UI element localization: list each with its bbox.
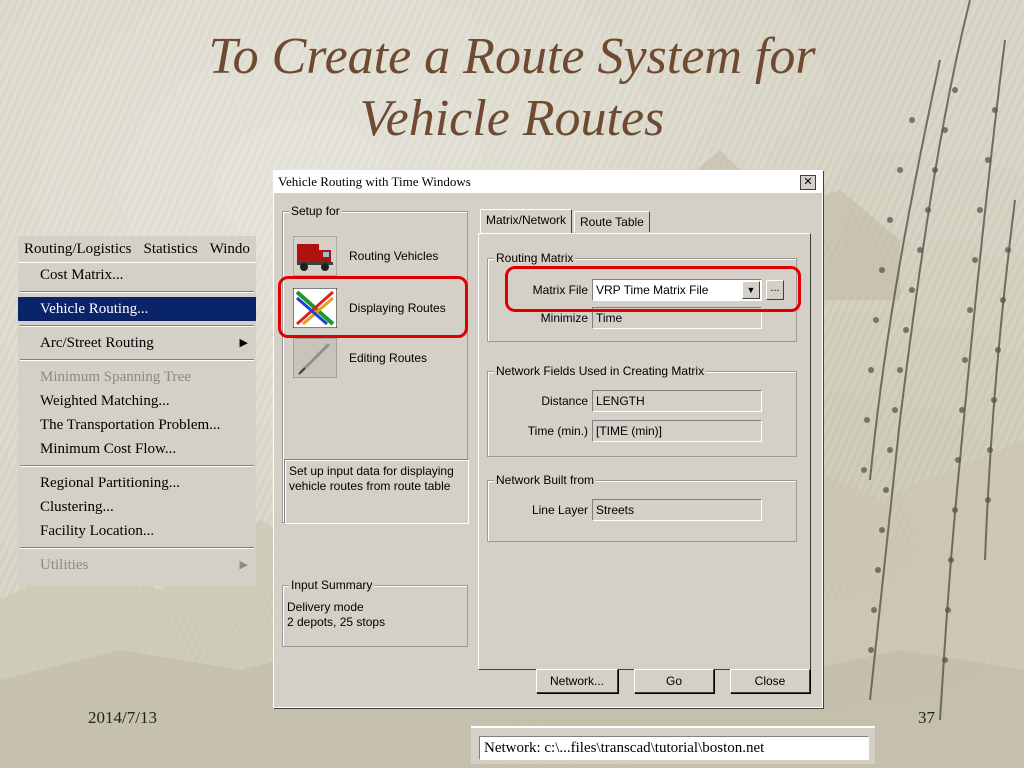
menu-separator <box>20 465 254 467</box>
menu-item-transportation-problem[interactable]: The Transportation Problem... <box>18 413 256 437</box>
time-label: Time (min.) <box>527 424 588 438</box>
menu-item-label: Arc/Street Routing <box>40 335 154 351</box>
dialog-title: Vehicle Routing with Time Windows <box>278 174 471 189</box>
menu-item-vehicle-routing[interactable]: Vehicle Routing... <box>18 297 256 321</box>
statusbar-network-path: Network: c:\...files\transcad\tutorial\b… <box>479 736 869 760</box>
network-built-group: Network Built from Line Layer Streets <box>487 473 797 542</box>
tab-strip: Matrix/Network Route Table <box>480 209 652 233</box>
network-fields-label: Network Fields Used in Creating Matrix <box>494 364 707 378</box>
menu-item-regional-partitioning[interactable]: Regional Partitioning... <box>18 471 256 495</box>
routing-matrix-label: Routing Matrix <box>494 251 576 265</box>
menu-item-minimum-cost-flow[interactable]: Minimum Cost Flow... <box>18 437 256 461</box>
input-summary-group: Input Summary Delivery mode 2 depots, 25… <box>282 578 468 647</box>
menu-item-label: Minimum Cost Flow... <box>40 441 177 457</box>
pen-icon <box>293 338 337 378</box>
menu-item-label: Facility Location... <box>40 523 155 539</box>
menu-separator <box>20 547 254 549</box>
line-layer-field[interactable]: Streets <box>592 499 762 521</box>
menu-item-label: Vehicle Routing... <box>40 301 149 317</box>
menu-item-label: Cost Matrix... <box>40 267 124 283</box>
menu-item-label: Regional Partitioning... <box>40 475 180 491</box>
slide-title: To Create a Route System for Vehicle Rou… <box>80 26 944 150</box>
submenu-arrow-icon: ▶ <box>239 559 248 571</box>
menu-item-clustering[interactable]: Clustering... <box>18 495 256 519</box>
input-summary-mode: Delivery mode <box>287 600 364 614</box>
setup-routing-vehicles-label: Routing Vehicles <box>349 249 439 263</box>
statusbar: Network: c:\...files\transcad\tutorial\b… <box>471 726 875 764</box>
highlight-displaying-routes <box>278 276 468 338</box>
line-layer-label: Line Layer <box>531 503 588 517</box>
network-button[interactable]: Network... <box>536 669 618 693</box>
menu-window[interactable]: Windo <box>210 241 250 258</box>
menu-routing-logistics[interactable]: Routing/Logistics <box>24 241 132 258</box>
menu-item-label: Weighted Matching... <box>40 393 170 409</box>
setup-for-label: Setup for <box>289 204 342 218</box>
line-layer-row: Line Layer Streets <box>492 499 762 521</box>
menu-separator <box>20 359 254 361</box>
menu-statistics[interactable]: Statistics <box>144 241 198 258</box>
menubar: Routing/Logistics Statistics Windo <box>18 236 256 263</box>
distance-row: Distance LENGTH <box>492 390 762 412</box>
setup-for-group: Setup for Routing Vehicles Displaying Ro… <box>282 204 469 524</box>
menu-item-label: The Transportation Problem... <box>40 417 221 433</box>
menu-item-weighted-matching[interactable]: Weighted Matching... <box>18 389 256 413</box>
distance-field[interactable]: LENGTH <box>592 390 762 412</box>
menu-item-minimum-spanning-tree: Minimum Spanning Tree <box>18 365 256 389</box>
menu-item-arc-street-routing[interactable]: Arc/Street Routing ▶ <box>18 331 256 355</box>
menu-item-label: Clustering... <box>40 499 114 515</box>
network-built-label: Network Built from <box>494 473 597 487</box>
input-summary-counts: 2 depots, 25 stops <box>287 615 386 629</box>
menu-item-label: Minimum Spanning Tree <box>40 369 191 385</box>
highlight-matrix-file <box>505 266 801 312</box>
setup-routing-vehicles[interactable]: Routing Vehicles <box>293 236 438 276</box>
input-summary-label: Input Summary <box>289 578 375 592</box>
truck-icon <box>293 236 337 276</box>
time-row: Time (min.) [TIME (min)] <box>492 420 762 442</box>
tab-route-table[interactable]: Route Table <box>574 211 650 232</box>
submenu-arrow-icon: ▶ <box>239 337 248 349</box>
menu-item-cost-matrix[interactable]: Cost Matrix... <box>18 263 256 287</box>
setup-description: Set up input data for displaying vehicle… <box>285 460 469 524</box>
menu-separator <box>20 325 254 327</box>
tab-matrix-network[interactable]: Matrix/Network <box>480 209 573 233</box>
slide-title-line-1: To Create a Route System for <box>208 28 816 85</box>
menu-separator <box>20 291 254 293</box>
setup-editing-routes[interactable]: Editing Routes <box>293 338 427 378</box>
menu-item-facility-location[interactable]: Facility Location... <box>18 519 256 543</box>
menu-item-utilities: Utilities ▶ <box>18 553 256 577</box>
go-button[interactable]: Go <box>634 669 714 693</box>
close-button[interactable]: Close <box>730 669 810 693</box>
slide-date: 2014/7/13 <box>88 708 157 727</box>
dialog-titlebar[interactable]: Vehicle Routing with Time Windows ✕ <box>274 171 822 193</box>
network-fields-group: Network Fields Used in Creating Matrix D… <box>487 364 797 457</box>
minimize-label: Minimize <box>540 311 588 325</box>
close-icon[interactable]: ✕ <box>800 175 816 190</box>
vehicle-routing-dialog: Vehicle Routing with Time Windows ✕ Setu… <box>273 170 823 708</box>
menu-item-label: Utilities <box>40 557 89 573</box>
setup-editing-routes-label: Editing Routes <box>349 351 428 365</box>
time-field[interactable]: [TIME (min)] <box>592 420 762 442</box>
slide-page-number: 37 <box>918 708 935 727</box>
slide-title-line-2: Vehicle Routes <box>359 90 665 147</box>
routing-logistics-menu: Routing/Logistics Statistics Windo Cost … <box>18 236 256 586</box>
distance-label: Distance <box>541 394 588 408</box>
